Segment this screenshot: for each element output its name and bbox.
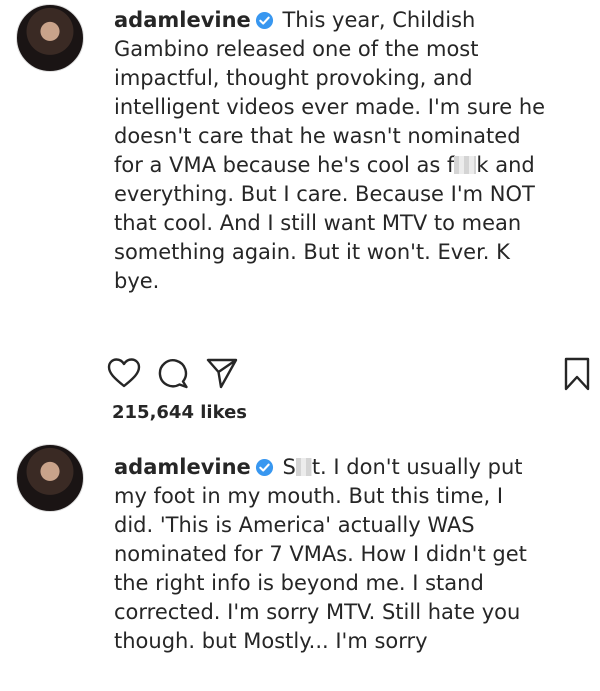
username[interactable]: adamlevine [114, 8, 251, 32]
action-bar [106, 356, 600, 396]
caption-line: impactful, thought provoking, and [114, 66, 473, 90]
post-2: adamlevine St. I don't usually put my fo… [0, 440, 600, 691]
heart-icon[interactable] [106, 356, 142, 390]
comment-icon[interactable] [156, 356, 192, 390]
censor-blur [295, 458, 312, 476]
verified-badge-icon [255, 458, 273, 477]
paper-plane-icon[interactable] [204, 356, 240, 390]
caption-line: This year, Childish [282, 8, 476, 32]
post-1: adamlevine This year, Childish Gambino r… [0, 0, 600, 430]
verified-badge-icon [255, 11, 273, 30]
caption-line: k and [476, 153, 535, 177]
caption-line: Gambino released one of the most [114, 37, 479, 61]
caption: adamlevine St. I don't usually put my fo… [114, 453, 584, 656]
likes-count[interactable]: 215,644 likes [112, 402, 247, 423]
caption-line: something again. But it won't. Ever. K [114, 240, 510, 264]
caption-line: S [282, 455, 296, 479]
censor-blur [454, 156, 477, 174]
username[interactable]: adamlevine [114, 455, 251, 479]
caption-line: for a VMA because he's cool as f [114, 153, 455, 177]
caption-line: corrected. I'm sorry MTV. Still hate you [114, 600, 521, 624]
caption-line: bye. [114, 269, 160, 293]
caption-line: doesn't care that he wasn't nominated [114, 124, 521, 148]
caption-line: nominated for 7 VMAs. How I didn't get [114, 542, 527, 566]
caption-line: everything. But I care. Because I'm NOT [114, 182, 535, 206]
avatar[interactable] [16, 444, 84, 512]
caption-line: intelligent videos ever made. I'm sure h… [114, 95, 546, 119]
caption-line: did. 'This is America' actually WAS [114, 513, 475, 537]
avatar[interactable] [16, 4, 84, 72]
caption: adamlevine This year, Childish Gambino r… [114, 6, 584, 296]
bookmark-icon[interactable] [562, 356, 592, 392]
caption-line: t. I don't usually put [311, 455, 523, 479]
caption-line: that cool. And I still want MTV to mean [114, 211, 522, 235]
caption-line: though. but Mostly... I'm sorry [114, 629, 428, 653]
caption-line: my foot in my mouth. But this time, I [114, 484, 504, 508]
caption-line: the right info is beyond me. I stand [114, 571, 484, 595]
